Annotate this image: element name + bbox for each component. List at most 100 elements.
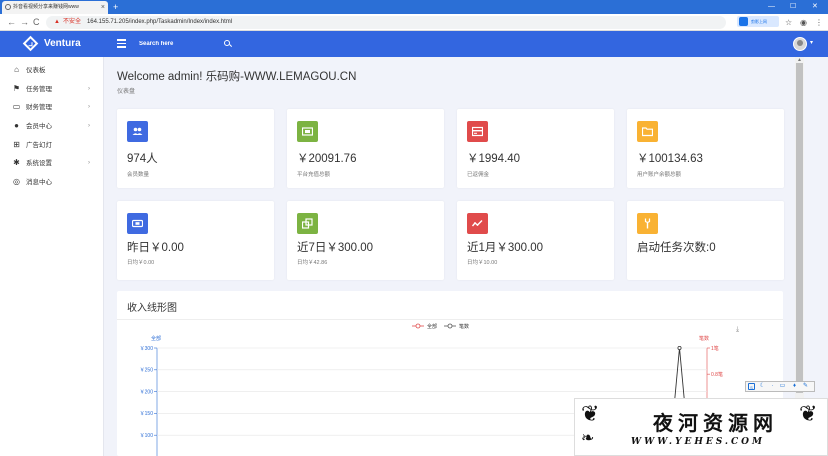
insecure-label: 不安全	[62, 19, 81, 25]
users-icon	[127, 121, 148, 142]
logo-icon	[22, 35, 39, 52]
logo-text[interactable]: Ventura	[44, 31, 81, 57]
s-icon[interactable]: S	[748, 383, 755, 390]
avatar[interactable]	[793, 37, 807, 51]
stat-value: ￥20091.76	[297, 153, 357, 165]
sidebar-item-label: 财务管理	[26, 104, 52, 111]
hamburger-menu-icon[interactable]	[117, 39, 126, 48]
sidebar-item-label: 广告幻灯	[26, 142, 52, 149]
stat-label: 已返佣金	[467, 172, 490, 178]
reload-button[interactable]: C	[33, 14, 40, 31]
page-title: Welcome admin! 乐码购-WWW.LEMAGOU.CN	[117, 71, 357, 83]
home-icon: ⌂	[14, 65, 19, 74]
stat-label: 日均￥0.00	[127, 260, 155, 266]
legend-marker	[415, 323, 421, 329]
y-left-tick-label: ￥100	[140, 433, 154, 439]
y-left-tick-label: ￥250	[140, 368, 154, 374]
menu-icon[interactable]: ⋮	[815, 14, 823, 31]
sidebar-item-label: 消息中心	[26, 179, 52, 186]
stat-label: 用户账户余额总额	[637, 172, 682, 178]
ornament-icon: ❧	[581, 430, 595, 447]
close-window-button[interactable]: ✕	[812, 0, 818, 14]
tab-favicon-icon	[5, 4, 11, 10]
moon-icon[interactable]: ☾	[759, 383, 766, 390]
extension-icon	[739, 17, 748, 26]
forward-button[interactable]: →	[20, 14, 29, 31]
search-icon[interactable]	[224, 40, 230, 46]
watermark-cn: 夜河资源网	[653, 411, 778, 435]
stat-label: 会员数量	[127, 172, 150, 178]
sidebar-item-dashboard[interactable]: ⌂ 仪表板	[0, 61, 104, 80]
y-left-tick-label: ￥150	[140, 411, 154, 417]
new-tab-button[interactable]: +	[113, 0, 118, 14]
scroll-up-icon[interactable]: ▲	[795, 57, 804, 63]
dots-icon[interactable]: ·	[769, 383, 776, 390]
chevron-down-icon[interactable]: ▾	[810, 39, 813, 46]
stat-card-recharge: ￥20091.76 平台充值总额	[287, 109, 444, 188]
cash-icon	[127, 213, 148, 234]
address-bar[interactable]: ▲ 不安全 164.155.71.205/index.php/Taskadmin/I…	[46, 16, 726, 29]
chevron-right-icon: ›	[88, 160, 90, 166]
chevron-right-icon: ›	[88, 86, 90, 92]
floating-toolbar: S ☾ · ▭ ♦ ✎	[745, 381, 815, 392]
tool-icon	[637, 213, 658, 234]
extension-button[interactable]: 剪影上网	[737, 16, 779, 27]
legend-label: 全部	[427, 323, 437, 330]
stat-label: 日均￥42.86	[297, 260, 328, 266]
chevron-right-icon: ›	[88, 123, 90, 129]
y-left-axis-label: 全部	[151, 335, 161, 342]
stat-card-members: 974人 会员数量	[117, 109, 274, 188]
gear-icon: ✱	[13, 158, 20, 167]
stat-value: ￥100134.63	[637, 153, 703, 165]
money-icon	[297, 121, 318, 142]
y-right-tick-label: 1笔	[711, 345, 719, 352]
tab-title: 抖音看视频分享来赚钱网www	[13, 4, 79, 10]
star-icon[interactable]: ☆	[785, 14, 792, 31]
ornament-icon: ❦	[799, 401, 818, 426]
y-right-axis-label: 笔数	[699, 335, 709, 342]
sidebar-item-tasks[interactable]: ⚑ 任务管理 ›	[0, 80, 104, 99]
app-header: Ventura ▾	[0, 31, 828, 57]
data-point	[677, 346, 682, 351]
grid-icon: ⊞	[13, 140, 20, 149]
stat-card-1month: 近1月￥300.00 日均￥10.00	[457, 201, 614, 280]
sidebar-item-finance[interactable]: ▭ 财务管理 ›	[0, 98, 104, 117]
stat-value: ￥1994.40	[467, 153, 521, 165]
download-icon: ⤓	[736, 325, 739, 333]
stat-card-commission: ￥1994.40 已返佣金	[457, 109, 614, 188]
sidebar-item-label: 会员中心	[26, 123, 52, 130]
sidebar-item-members[interactable]: ● 会员中心 ›	[0, 117, 104, 136]
warning-icon: ▲	[54, 19, 60, 25]
sidebar-item-ads[interactable]: ⊞ 广告幻灯	[0, 136, 104, 155]
ornament-icon: ❦	[581, 401, 600, 426]
profile-icon[interactable]: ◉	[800, 14, 807, 31]
minimize-button[interactable]: —	[768, 0, 775, 14]
stat-card-7days: 近7日￥300.00 日均￥42.86	[287, 201, 444, 280]
sidebar-item-label: 仪表板	[26, 67, 46, 74]
sidebar-item-label: 任务管理	[26, 86, 52, 93]
sidebar-item-messages[interactable]: ◎ 消息中心	[0, 173, 104, 192]
scrollbar-thumb[interactable]	[796, 63, 803, 393]
message-icon: ◎	[13, 177, 20, 186]
copy-icon	[297, 213, 318, 234]
wrench-icon[interactable]: ✎	[802, 383, 809, 390]
y-left-tick-label: ￥300	[140, 346, 154, 352]
sidebar-item-settings[interactable]: ✱ 系统设置 ›	[0, 154, 104, 173]
trend-icon	[467, 213, 488, 234]
breadcrumb: 仪表盘	[117, 89, 136, 95]
stat-value: 974人	[127, 153, 158, 165]
stat-card-task-starts: 启动任务次数:0	[627, 201, 784, 280]
stat-value: 近1月￥300.00	[467, 242, 544, 254]
keyboard-icon[interactable]: ▭	[779, 383, 786, 390]
maximize-button[interactable]: ☐	[790, 0, 796, 14]
legend-label: 笔数	[459, 323, 469, 330]
browser-tab[interactable]: 抖音看视频分享来赚钱网www ×	[2, 1, 108, 14]
chevron-right-icon: ›	[88, 104, 90, 110]
stat-value: 昨日￥0.00	[127, 242, 184, 254]
tab-close-button[interactable]: ×	[101, 1, 105, 14]
back-button[interactable]: ←	[7, 14, 16, 31]
stat-card-balance: ￥100134.63 用户账户余额总额	[627, 109, 784, 188]
y-left-tick-label: ￥200	[140, 389, 154, 395]
browser-toolbar: ← → C ▲ 不安全 164.155.71.205/index.php/Taska…	[0, 14, 828, 31]
shirt-icon[interactable]: ♦	[791, 383, 798, 390]
